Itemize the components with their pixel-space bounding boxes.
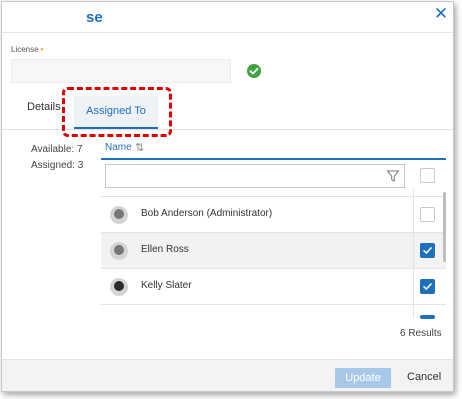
row-checkbox[interactable] bbox=[420, 207, 435, 222]
required-marker: • bbox=[40, 45, 44, 54]
avatar bbox=[110, 278, 128, 296]
license-label: License • bbox=[11, 45, 43, 54]
column-header-name[interactable]: Name bbox=[105, 142, 132, 153]
header-divider bbox=[2, 32, 453, 33]
table-row[interactable] bbox=[101, 304, 446, 319]
row-name: Bob Anderson (Administrator) bbox=[141, 208, 273, 219]
user-grid: Name ⇅ Bob Anderson (Administrator) Elle… bbox=[101, 134, 446, 319]
license-label-text: License bbox=[11, 45, 39, 54]
column-header-underline bbox=[101, 158, 446, 160]
update-button[interactable]: Update bbox=[335, 368, 391, 388]
license-input[interactable] bbox=[11, 59, 231, 83]
table-row[interactable]: Bob Anderson (Administrator) bbox=[101, 196, 446, 232]
cancel-button[interactable]: Cancel bbox=[407, 371, 441, 383]
name-filter-input[interactable] bbox=[105, 164, 405, 188]
filter-icon[interactable] bbox=[386, 169, 400, 183]
row-name: Kelly Slater bbox=[141, 280, 192, 291]
highlight-annotation bbox=[62, 87, 172, 137]
row-checkbox[interactable] bbox=[420, 243, 435, 258]
avatar bbox=[110, 206, 128, 224]
row-name: Ellen Ross bbox=[141, 244, 189, 255]
dialog: se ✕ License • Details Assigned To Availa… bbox=[1, 1, 454, 392]
assigned-count: Assigned: 3 bbox=[31, 160, 84, 171]
row-checkbox[interactable] bbox=[420, 315, 435, 319]
select-all-checkbox[interactable] bbox=[420, 168, 435, 183]
avatar bbox=[110, 242, 128, 260]
table-row[interactable]: Ellen Ross bbox=[101, 232, 446, 268]
results-count: 6 Results bbox=[400, 328, 442, 339]
tab-details[interactable]: Details bbox=[27, 101, 61, 113]
close-icon[interactable]: ✕ bbox=[432, 5, 450, 23]
grid-scrollbar[interactable] bbox=[443, 192, 446, 262]
table-row[interactable]: Kelly Slater bbox=[101, 268, 446, 304]
checkbox-column-divider bbox=[413, 190, 414, 318]
sort-icon[interactable]: ⇅ bbox=[135, 141, 144, 154]
available-count: Available: 7 bbox=[31, 144, 83, 155]
dialog-title: se bbox=[86, 9, 103, 26]
row-checkbox[interactable] bbox=[420, 279, 435, 294]
check-circle-icon bbox=[247, 64, 261, 78]
